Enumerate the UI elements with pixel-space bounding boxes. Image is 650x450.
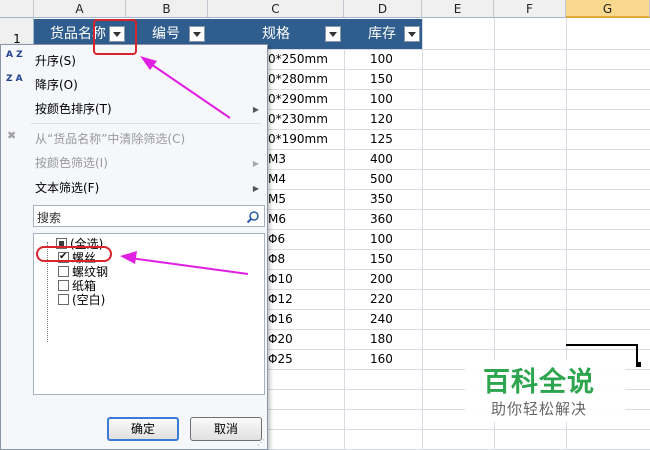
annotation-arrowhead-2	[120, 251, 137, 264]
watermark-title: 百科全说	[483, 367, 595, 398]
watermark: 百科全说 助你轻松解决	[465, 360, 625, 422]
annotation-arrowhead-1	[140, 56, 157, 70]
annotation-arrow-1	[147, 61, 231, 119]
annotation-arrow-2	[129, 257, 249, 275]
watermark-subtitle: 助你轻松解决	[491, 400, 588, 418]
